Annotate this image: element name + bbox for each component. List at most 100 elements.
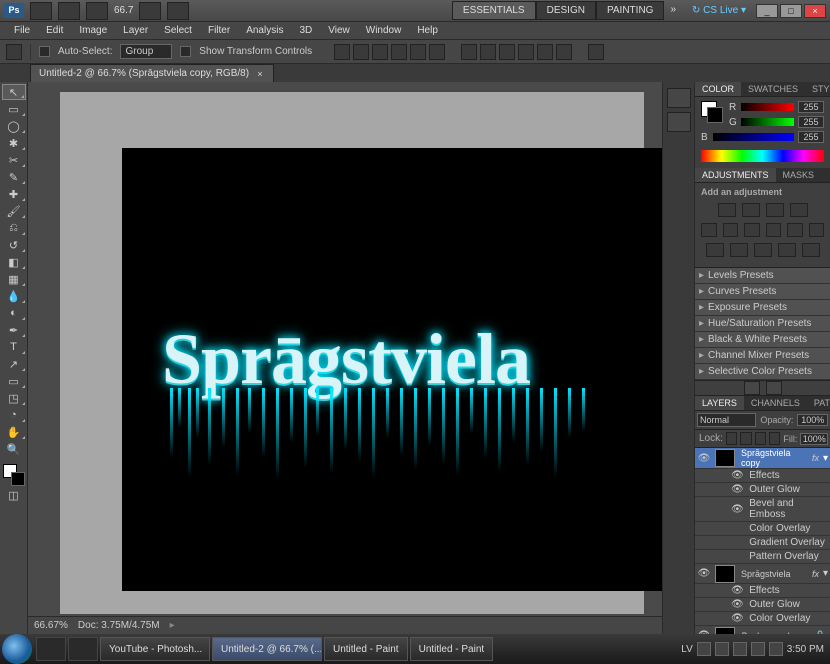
collapsed-panel-icon[interactable] [667,112,691,132]
adj-thresh-icon[interactable] [754,243,772,257]
fx-badge[interactable]: fx [812,569,821,579]
adj-mixer-icon[interactable] [809,223,825,237]
lock-all-icon[interactable] [769,432,780,445]
preset-levels[interactable]: ▸Levels Presets [695,268,830,284]
background-swatch[interactable] [11,472,25,486]
tab-paths[interactable]: PATHS [807,396,830,410]
cs-live[interactable]: ↻ CS Live ▾ [692,5,746,16]
status-zoom[interactable]: 66.67% [34,620,68,631]
adj-vibrance-icon[interactable] [701,223,717,237]
preset-exposure[interactable]: ▸Exposure Presets [695,300,830,316]
color-swatches[interactable] [3,464,25,486]
fx-badge[interactable]: fx [812,453,821,463]
effect-item[interactable]: 👁 Outer Glow [695,598,830,612]
document-tab-close[interactable]: × [255,69,265,79]
align-icon[interactable] [372,44,388,60]
tab-channels[interactable]: CHANNELS [744,396,807,410]
type-tool[interactable]: T [2,339,26,355]
align-icon[interactable] [429,44,445,60]
window-close[interactable]: × [804,4,826,18]
menu-file[interactable]: File [6,23,38,38]
effect-item[interactable]: 👁 Outer Glow [695,483,830,497]
taskbar-item[interactable]: Untitled - Paint [410,637,494,661]
visibility-icon[interactable]: 👁 [695,568,713,579]
heal-tool[interactable]: ✚ [2,186,26,202]
auto-align-icon[interactable] [588,44,604,60]
adj-footer-icon[interactable] [766,381,782,395]
crop-tool[interactable]: ✂ [2,152,26,168]
quickmask-tool[interactable]: ◫ [2,487,26,503]
menu-select[interactable]: Select [156,23,200,38]
g-value[interactable]: 255 [798,116,824,128]
effects-header[interactable]: 👁 Effects [695,469,830,483]
workspace-more[interactable]: » [664,1,682,20]
adj-hue-icon[interactable] [723,223,739,237]
tab-adjustments[interactable]: ADJUSTMENTS [695,168,776,182]
blend-mode-dropdown[interactable]: Normal [697,413,756,427]
r-value[interactable]: 255 [798,101,824,113]
zoom-percent[interactable]: 66.7 [114,5,133,16]
lock-pos-icon[interactable] [755,432,766,445]
canvas[interactable]: Sprāgstviela [122,148,662,591]
dodge-tool[interactable]: ◐ [2,305,26,321]
tray-icon[interactable] [697,642,711,656]
tab-styles[interactable]: STYLES [805,82,830,96]
distribute-icon[interactable] [499,44,515,60]
g-slider[interactable] [741,118,794,126]
adj-selcolor-icon[interactable] [802,243,820,257]
preset-mixer[interactable]: ▸Channel Mixer Presets [695,348,830,364]
bridge-icon[interactable] [30,2,52,20]
workspace-design[interactable]: DESIGN [536,1,596,20]
tray-icon[interactable] [733,642,747,656]
show-transform-checkbox[interactable] [180,46,191,57]
fill-field[interactable]: 100% [800,433,828,445]
tray-icon[interactable] [751,642,765,656]
blur-tool[interactable]: 💧 [2,288,26,304]
doc-layout-icon[interactable] [86,2,108,20]
adj-gradmap-icon[interactable] [778,243,796,257]
menu-3d[interactable]: 3D [291,23,320,38]
color-preview[interactable] [701,101,723,123]
adj-levels-icon[interactable] [742,203,760,217]
eraser-tool[interactable]: ◧ [2,254,26,270]
adj-photo-icon[interactable] [787,223,803,237]
taskbar-item[interactable]: Untitled-2 @ 66.7% (... [212,637,322,661]
distribute-icon[interactable] [556,44,572,60]
distribute-icon[interactable] [518,44,534,60]
preset-hue[interactable]: ▸Hue/Saturation Presets [695,316,830,332]
effect-item[interactable]: 👁 Pattern Overlay [695,550,830,564]
taskbar-item[interactable]: Untitled - Paint [324,637,408,661]
shape-tool[interactable]: ▭ [2,373,26,389]
layer-name[interactable]: Sprāgstviela copy [735,448,812,468]
workspace-painting[interactable]: PAINTING [596,1,664,20]
start-button[interactable] [2,634,32,664]
arrange-icon[interactable] [139,2,161,20]
menu-filter[interactable]: Filter [200,23,238,38]
layer-row[interactable]: 👁 Sprāgstviela fx ▾ [695,564,830,584]
minibridge-icon[interactable] [58,2,80,20]
taskbar-item[interactable]: YouTube - Photosh... [100,637,210,661]
effect-item[interactable]: 👁 Gradient Overlay [695,536,830,550]
tab-masks[interactable]: MASKS [776,168,822,182]
distribute-icon[interactable] [480,44,496,60]
distribute-icon[interactable] [537,44,553,60]
path-select-tool[interactable]: ↗ [2,356,26,372]
screenmode-icon[interactable] [167,2,189,20]
layer-thumb[interactable] [715,449,735,467]
workspace-essentials[interactable]: ESSENTIALS [452,1,536,20]
adj-footer-icon[interactable] [744,381,760,395]
effects-header[interactable]: 👁 Effects [695,584,830,598]
layer-row[interactable]: 👁 Sprāgstviela copy fx ▾ [695,448,830,469]
pen-tool[interactable]: ✒ [2,322,26,338]
menu-layer[interactable]: Layer [115,23,156,38]
menu-window[interactable]: Window [358,23,410,38]
effect-item[interactable]: 👁 Color Overlay [695,612,830,626]
visibility-icon[interactable]: 👁 [695,453,713,464]
taskbar-pinned-icon[interactable] [68,637,98,661]
taskbar-pinned-icon[interactable] [36,637,66,661]
adj-colorbal-icon[interactable] [744,223,760,237]
wand-tool[interactable]: ✱ [2,135,26,151]
effect-item[interactable]: 👁 Bevel and Emboss [695,497,830,522]
system-clock[interactable]: 3:50 PM [787,644,824,655]
tab-layers[interactable]: LAYERS [695,396,744,410]
